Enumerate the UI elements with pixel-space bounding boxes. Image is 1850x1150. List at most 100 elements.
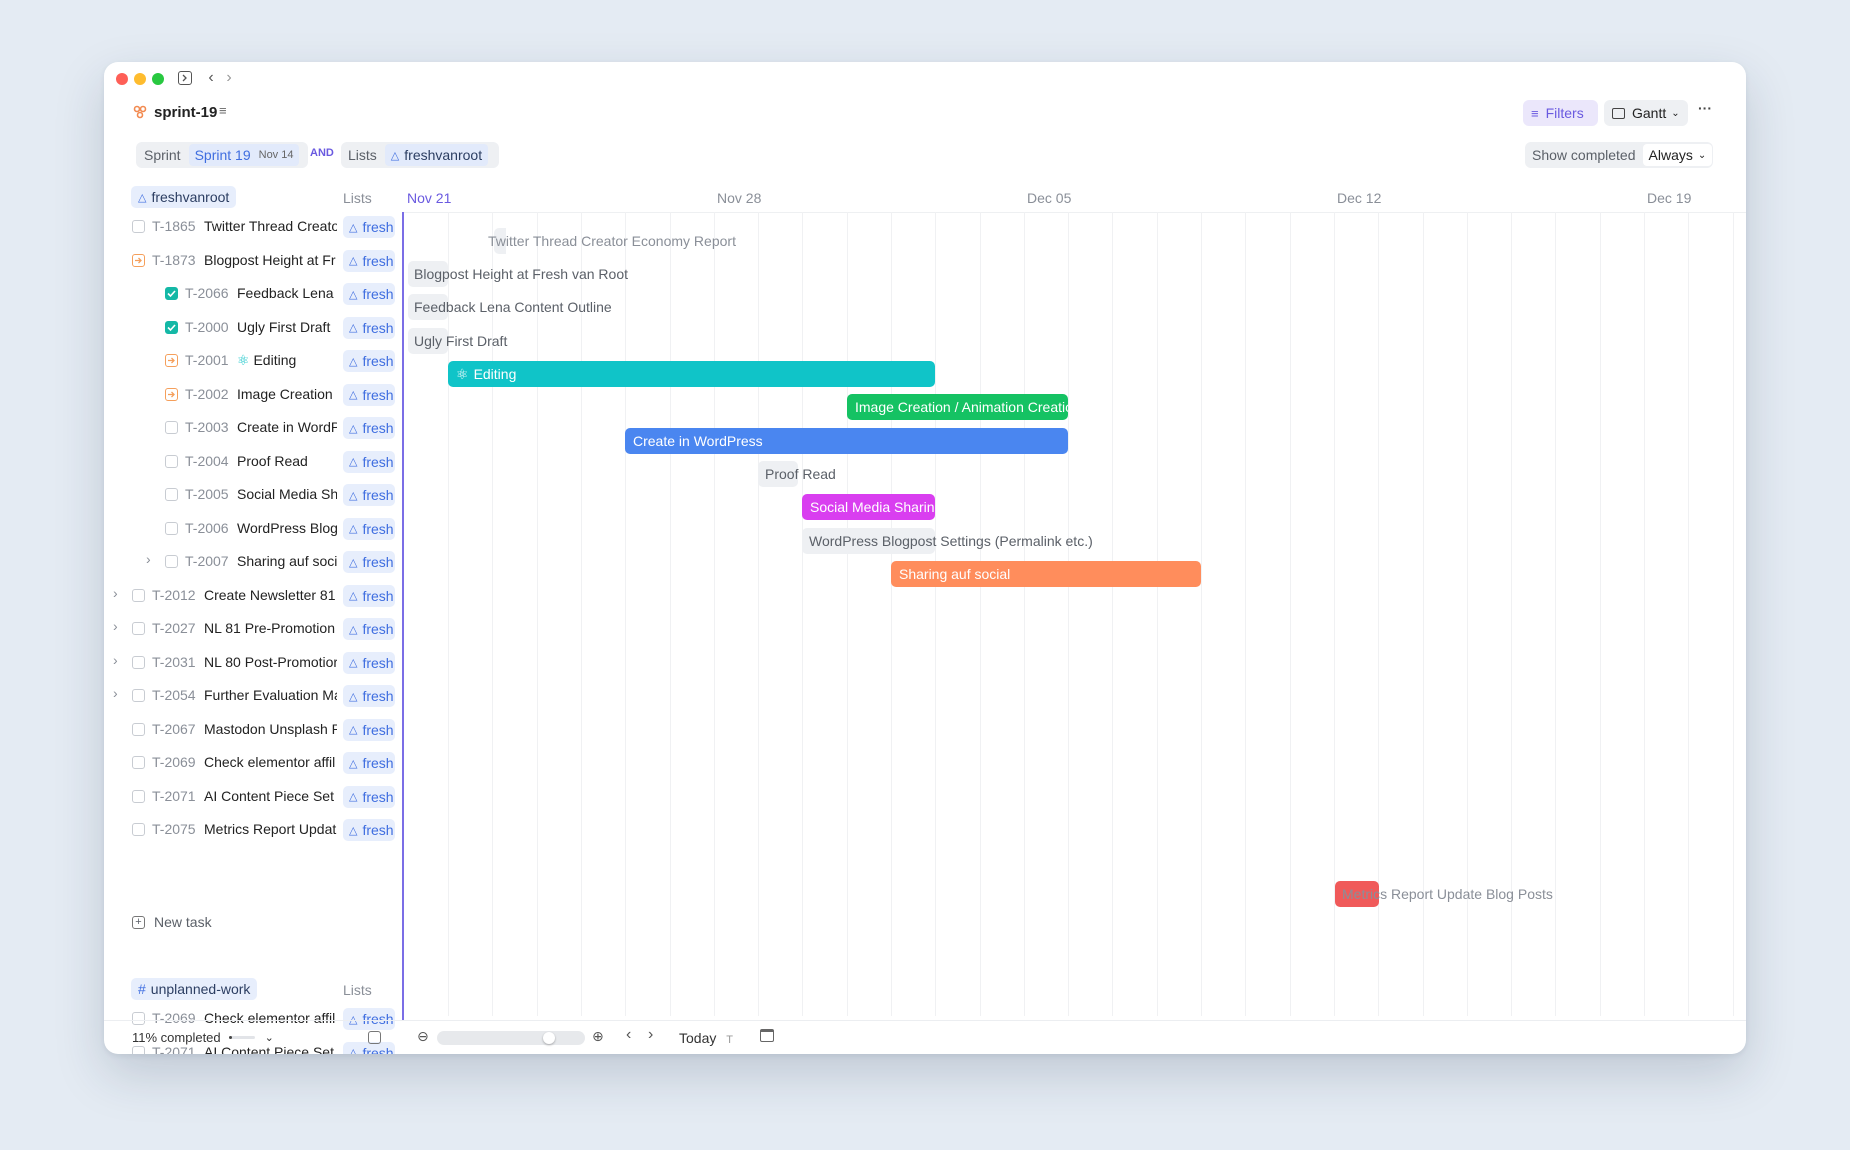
task-row[interactable]: › T-2012 Create Newsletter 81 △ fresh <box>104 579 404 612</box>
back-icon[interactable]: ‹ <box>204 69 218 87</box>
new-task-button[interactable]: + New task <box>132 914 212 930</box>
expand-chevron-icon[interactable]: › <box>113 585 118 601</box>
more-options-button[interactable]: ··· <box>1698 100 1712 116</box>
task-row[interactable]: T-2071 AI Content Piece Set △ fresh <box>104 780 404 813</box>
task-name[interactable]: NL 80 Post-Promotior <box>204 654 337 670</box>
task-row[interactable]: › T-2054 Further Evaluation Ma △ fresh <box>104 679 404 712</box>
sprint-filter-chip[interactable]: Sprint Sprint 19 Nov 14 <box>136 142 308 168</box>
task-checkbox[interactable] <box>132 722 145 736</box>
task-row[interactable]: › T-2031 NL 80 Post-Promotior △ fresh <box>104 646 404 679</box>
expand-chevron-icon[interactable]: › <box>113 618 118 634</box>
task-checkbox[interactable] <box>132 689 145 702</box>
task-checkbox[interactable] <box>132 1045 145 1054</box>
group-header-freshvanroot[interactable]: △ freshvanroot <box>131 186 237 208</box>
task-name[interactable]: Create Newsletter 81 <box>204 587 337 603</box>
task-name[interactable]: Proof Read <box>237 453 337 469</box>
gantt-bar-t2004[interactable]: Proof Read <box>758 461 836 487</box>
task-name[interactable]: ⚛ Editing <box>237 352 337 369</box>
expand-chevron-icon[interactable]: › <box>146 551 151 567</box>
task-name[interactable]: Check elementor affil <box>204 754 337 770</box>
list-chip[interactable]: △fresh <box>343 417 395 439</box>
task-name[interactable]: Create in WordP <box>237 419 337 435</box>
collapse-panel-icon[interactable] <box>368 1031 381 1044</box>
task-name[interactable]: Check elementor affil <box>204 1010 337 1026</box>
in-progress-checkbox[interactable] <box>165 387 178 401</box>
and-operator[interactable]: AND <box>310 147 334 159</box>
list-chip[interactable]: △fresh <box>343 350 395 372</box>
task-checkbox[interactable] <box>165 454 178 468</box>
gantt-bar-t2007[interactable]: Sharing auf social <box>891 561 1201 587</box>
list-chip[interactable]: △fresh <box>343 484 395 506</box>
zoom-in-icon[interactable]: ⊕ <box>592 1028 604 1045</box>
group-header-unplanned-work[interactable]: # unplanned-work <box>131 978 258 1000</box>
task-row[interactable]: T-2075 Metrics Report Updat △ fresh <box>104 813 404 846</box>
task-row[interactable]: T-2004 Proof Read △ fresh <box>104 445 404 478</box>
task-row[interactable]: T-2067 Mastodon Unsplash P △ fresh <box>104 713 404 746</box>
list-chip[interactable]: △fresh <box>343 685 395 707</box>
list-chip[interactable]: △fresh <box>343 316 395 339</box>
gantt-bar-t2075[interactable]: Metrics Report Update Blog Posts <box>1335 881 1553 907</box>
expand-chevron-icon[interactable]: › <box>113 685 118 701</box>
task-name[interactable]: Feedback Lena <box>237 285 337 301</box>
zoom-slider[interactable] <box>437 1031 585 1045</box>
close-window-button[interactable] <box>116 73 128 85</box>
task-checkbox[interactable] <box>132 655 145 669</box>
today-button[interactable]: Today T <box>679 1030 733 1046</box>
completed-checkbox[interactable] <box>165 287 178 300</box>
forward-icon[interactable]: › <box>222 69 236 87</box>
task-name[interactable]: Blogpost Height at Fr <box>204 252 337 268</box>
task-checkbox[interactable] <box>165 488 178 501</box>
title-menu-icon[interactable]: ≡ <box>219 103 227 118</box>
task-checkbox[interactable] <box>132 756 145 769</box>
gantt-bar-t1873[interactable]: Blogpost Height at Fresh van Root <box>408 261 628 287</box>
task-name[interactable]: Further Evaluation Ma <box>204 687 337 703</box>
list-chip[interactable]: △fresh <box>343 216 395 238</box>
task-checkbox[interactable] <box>132 220 145 233</box>
list-chip[interactable]: △fresh <box>343 618 395 640</box>
list-chip[interactable]: △fresh <box>343 785 395 808</box>
task-row[interactable]: › T-2007 Sharing auf soci △ fresh <box>104 545 404 578</box>
minimize-window-button[interactable] <box>134 73 146 85</box>
gantt-bar-t1865[interactable]: Twitter Thread Creator Economy Report <box>488 228 736 254</box>
gantt-bar-t2005[interactable]: Social Media Sharing Image <box>802 494 935 520</box>
gantt-bar-t2001[interactable]: ⚛ Editing <box>448 361 935 387</box>
list-chip[interactable]: △fresh <box>343 752 395 774</box>
task-name[interactable]: AI Content Piece Set <box>204 1044 337 1055</box>
list-chip[interactable]: △fresh <box>343 383 395 406</box>
gantt-bar-t2006[interactable]: WordPress Blogpost Settings (Permalink e… <box>802 528 1093 554</box>
completed-checkbox[interactable] <box>165 320 178 334</box>
task-checkbox[interactable] <box>132 1012 145 1025</box>
gantt-bar-t2000[interactable]: Ugly First Draft <box>408 328 507 354</box>
calendar-icon[interactable] <box>760 1029 774 1042</box>
task-name[interactable]: Ugly First Draft <box>237 319 337 335</box>
in-progress-checkbox[interactable] <box>165 354 178 367</box>
task-row[interactable]: › T-2027 NL 81 Pre-Promotion △ fresh <box>104 612 404 645</box>
gantt-bar-t2002[interactable]: Image Creation / Animation Creation <box>847 394 1068 420</box>
list-chip[interactable]: △fresh <box>343 651 395 674</box>
lists-filter-chip[interactable]: Lists △ freshvanroot <box>341 142 499 168</box>
list-chip[interactable]: △fresh <box>343 718 395 741</box>
next-period-icon[interactable]: › <box>648 1026 653 1044</box>
zoom-window-button[interactable] <box>152 73 164 85</box>
task-row[interactable]: T-1865 Twitter Thread Creato △ fresh <box>104 210 404 243</box>
progress-summary[interactable]: 11% completed ⌄ <box>132 1030 274 1045</box>
show-completed-control[interactable]: Show completed Always ⌄ <box>1525 142 1713 168</box>
task-name[interactable]: Metrics Report Updat <box>204 821 337 837</box>
task-checkbox[interactable] <box>165 555 178 568</box>
task-row[interactable]: T-2066 Feedback Lena △ fresh <box>104 277 404 310</box>
list-chip[interactable]: △fresh <box>343 249 395 272</box>
expand-chevron-icon[interactable]: › <box>113 652 118 668</box>
task-row[interactable]: T-2069 Check elementor affil △fresh <box>104 746 404 779</box>
task-checkbox[interactable] <box>132 588 145 602</box>
list-chip[interactable]: △fresh <box>343 551 395 573</box>
task-name[interactable]: WordPress Blog <box>237 520 337 536</box>
task-name[interactable]: Mastodon Unsplash P <box>204 721 337 737</box>
task-row[interactable]: T-1873 Blogpost Height at Fr △ fresh <box>104 244 404 277</box>
task-name[interactable]: Social Media Sh <box>237 486 337 502</box>
task-checkbox[interactable] <box>132 789 145 803</box>
list-chip[interactable]: △fresh <box>343 819 395 841</box>
gantt-bar-t2003[interactable]: Create in WordPress <box>625 428 1068 454</box>
gantt-bar-t2066[interactable]: Feedback Lena Content Outline <box>408 294 612 320</box>
task-name[interactable]: Twitter Thread Creato <box>204 218 337 234</box>
task-checkbox[interactable] <box>132 823 145 836</box>
